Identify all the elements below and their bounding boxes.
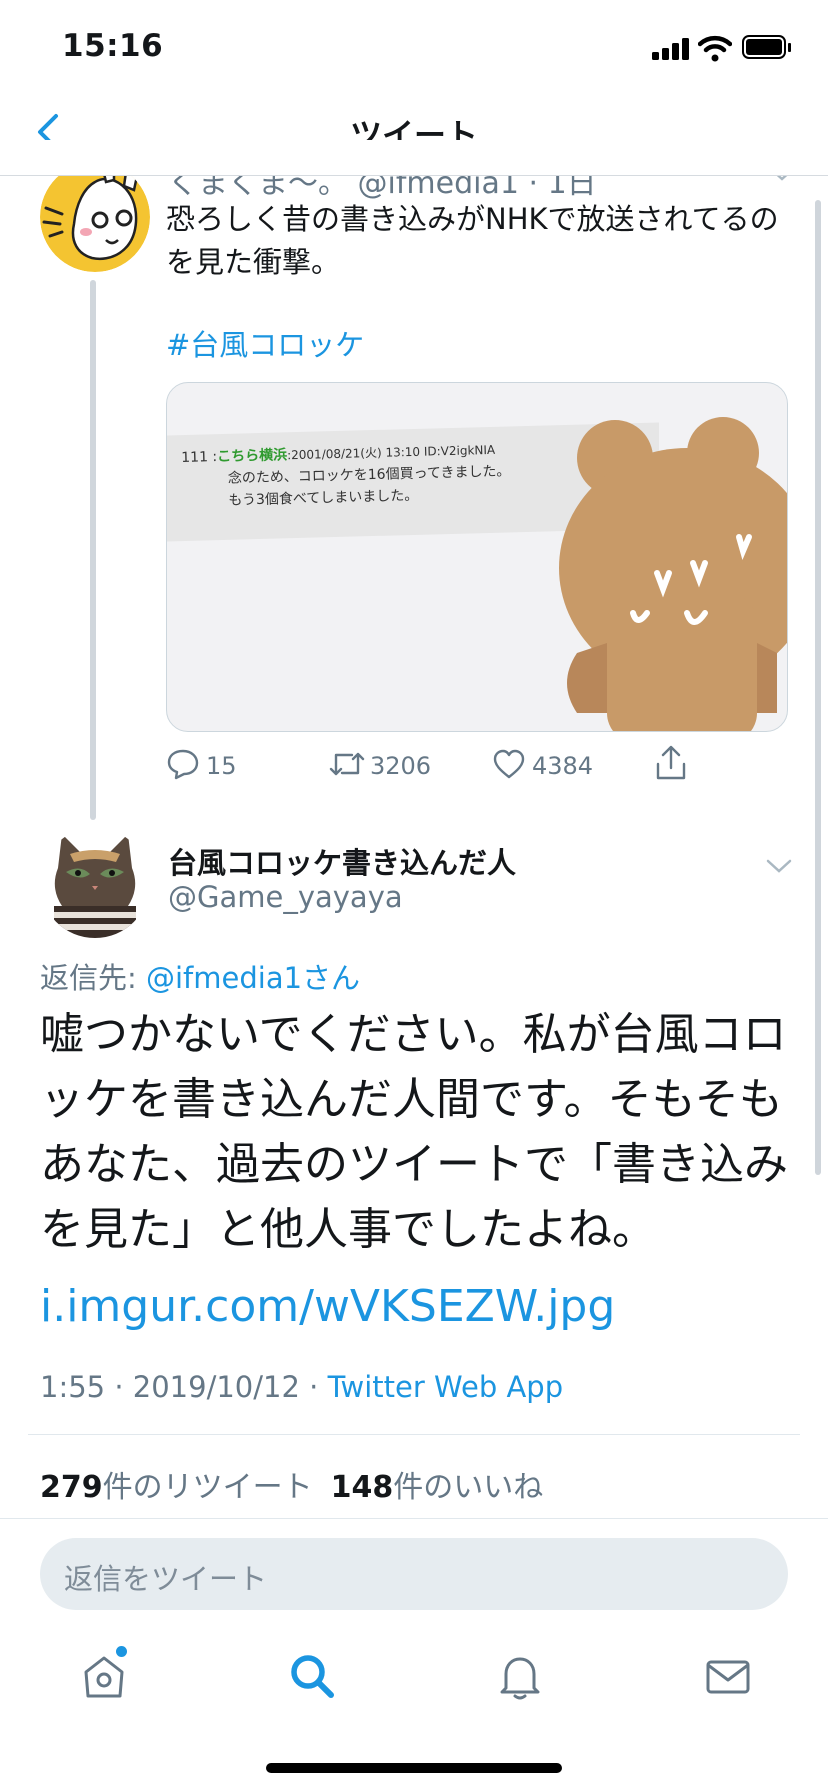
media-poster-name: こちら横浜 <box>216 447 288 466</box>
divider <box>28 1434 800 1435</box>
mail-icon <box>706 1660 750 1694</box>
reply-input-placeholder: 返信をツイート <box>64 1562 268 1596</box>
engagement-stats: 279件のリツイート 148件のいいね <box>40 1462 543 1506</box>
parent-tweet-avatar[interactable] <box>40 162 150 272</box>
cellular-signal-icon <box>652 38 690 60</box>
tab-messages[interactable] <box>700 1648 756 1704</box>
status-time: 15:16 <box>62 28 164 64</box>
likes-label: 件のいいね <box>393 1470 544 1505</box>
reply-to-prefix: 返信先: <box>40 961 146 995</box>
share-icon[interactable] <box>654 744 688 782</box>
main-tweet-text: 嘘つかないでください。私が台風コロッケを書き込んだ人間です。そもそもあなた、過去… <box>40 1009 788 1255</box>
retweets-label: 件のリツイート <box>102 1470 313 1505</box>
parent-tweet-text: 恐ろしく昔の書き込みがNHKで放送されてるのを見た衝撃。 <box>166 202 779 279</box>
scrollbar[interactable] <box>815 200 821 1175</box>
hashtag-link[interactable]: #台風コロッケ <box>166 322 364 364</box>
thread-line <box>90 280 96 820</box>
home-indicator[interactable] <box>266 1763 562 1773</box>
main-tweet-source[interactable]: Twitter Web App <box>328 1370 564 1404</box>
battery-icon <box>742 35 792 61</box>
reply-count: 15 <box>206 752 237 780</box>
bear-illustration <box>559 417 787 731</box>
reply-icon[interactable] <box>166 748 200 780</box>
like-icon[interactable] <box>492 749 526 779</box>
search-icon <box>291 1655 334 1698</box>
likes-count: 148 <box>330 1470 394 1505</box>
media-post-number: 111 : <box>181 449 218 466</box>
like-count: 4384 <box>532 752 594 780</box>
main-tweet-handle[interactable]: @Game_yayaya <box>168 880 403 914</box>
main-tweet-chevron-down-icon[interactable] <box>766 858 792 874</box>
parent-tweet-media[interactable]: 111 :こちら横浜:2001/08/21(火) 13:10 ID:V2igkN… <box>166 382 788 732</box>
tab-home[interactable] <box>76 1646 132 1704</box>
tab-notifications[interactable] <box>492 1648 548 1704</box>
retweet-icon[interactable] <box>328 748 366 780</box>
main-tweet-avatar[interactable] <box>40 828 150 938</box>
home-icon <box>84 1656 124 1698</box>
bell-icon <box>500 1657 540 1700</box>
reply-to-suffix: さん <box>302 961 361 995</box>
home-badge <box>116 1646 127 1657</box>
wifi-icon <box>698 35 732 62</box>
retweets-count: 279 <box>40 1470 103 1505</box>
retweet-count: 3206 <box>370 752 432 780</box>
reply-to-line: 返信先: @ifmedia1さん <box>40 955 360 997</box>
main-tweet-timestamp: 1:55 · 2019/10/12 · <box>40 1370 328 1404</box>
main-tweet-body: 嘘つかないでください。私が台風コロッケを書き込んだ人間です。そもそもあなた、過去… <box>40 1002 800 1339</box>
media-post-meta: :2001/08/21(火) 13:10 ID:V2igkNIA <box>286 442 496 463</box>
tab-search[interactable] <box>284 1648 340 1704</box>
reply-to-mention[interactable]: @ifmedia1 <box>146 961 302 995</box>
retweets-stat[interactable]: 279件のリツイート <box>40 1470 313 1505</box>
divider <box>0 1518 828 1519</box>
main-tweet-link[interactable]: i.imgur.com/wVKSEZW.jpg <box>40 1281 615 1332</box>
likes-stat[interactable]: 148件のいいね <box>331 1470 544 1505</box>
main-tweet-meta: 1:55 · 2019/10/12 · Twitter Web App <box>40 1370 563 1404</box>
main-tweet-display-name[interactable]: 台風コロッケ書き込んだ人 <box>168 840 516 882</box>
